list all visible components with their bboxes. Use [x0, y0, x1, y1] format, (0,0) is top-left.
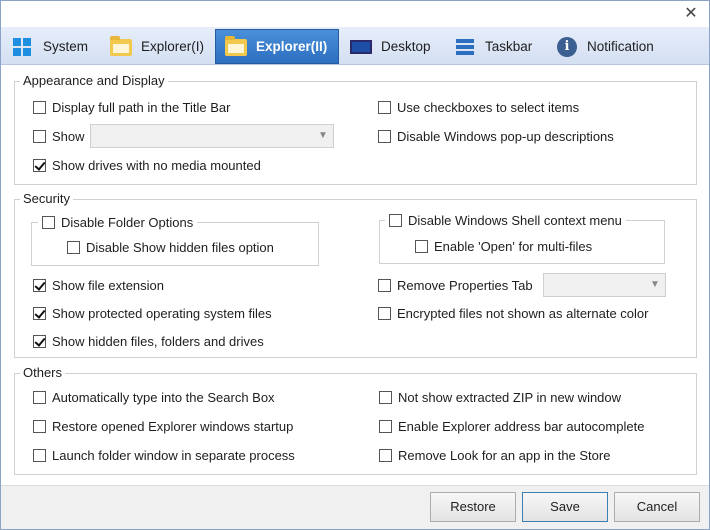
tab-explorer-2-label: Explorer(II) [256, 39, 328, 54]
restore-windows-checkbox[interactable] [33, 419, 46, 433]
disable-shell-menu-label: Disable Windows Shell context menu [408, 212, 622, 228]
close-button[interactable]: ✕ [681, 4, 701, 24]
remove-store-lookup-option[interactable]: Remove Look for an app in the Store [379, 446, 610, 464]
separate-process-checkbox[interactable] [33, 448, 46, 462]
use-checkboxes-label: Use checkboxes to select items [397, 99, 580, 115]
folder-icon [224, 35, 248, 58]
show-checkbox[interactable] [33, 129, 46, 143]
display-full-path-option[interactable]: Display full path in the Title Bar [33, 98, 230, 116]
disable-shell-menu-option[interactable]: Disable Windows Shell context menu [385, 211, 626, 229]
disable-popup-checkbox[interactable] [378, 129, 391, 143]
no-zip-window-option[interactable]: Not show extracted ZIP in new window [379, 388, 621, 406]
restore-windows-label: Restore opened Explorer windows startup [52, 418, 294, 434]
tab-explorer-2[interactable]: Explorer(II) [215, 29, 339, 64]
desktop-icon [349, 36, 373, 58]
use-checkboxes-option[interactable]: Use checkboxes to select items [378, 98, 579, 116]
disable-show-hidden-option[interactable]: Disable Show hidden files option [67, 238, 274, 256]
tab-taskbar[interactable]: Taskbar [445, 29, 545, 64]
address-autocomplete-checkbox[interactable] [379, 419, 392, 433]
tab-desktop[interactable]: Desktop [341, 29, 441, 64]
disable-shell-menu-checkbox[interactable] [389, 213, 402, 227]
show-label: Show [52, 128, 85, 144]
restore-button[interactable]: Restore [430, 492, 516, 522]
disable-folder-options-option[interactable]: Disable Folder Options [38, 213, 198, 231]
disable-folder-options-label: Disable Folder Options [61, 214, 194, 230]
auto-type-checkbox[interactable] [33, 390, 46, 404]
remove-store-lookup-checkbox[interactable] [379, 448, 392, 462]
disable-popup-label: Disable Windows pop-up descriptions [397, 128, 614, 144]
tab-explorer-1-label: Explorer(I) [141, 39, 205, 54]
separate-process-option[interactable]: Launch folder window in separate process [33, 446, 295, 464]
show-option[interactable]: Show [33, 127, 85, 145]
enable-open-multi-checkbox[interactable] [415, 239, 428, 253]
tab-desktop-label: Desktop [381, 39, 431, 54]
disable-popup-option[interactable]: Disable Windows pop-up descriptions [378, 127, 614, 145]
encrypted-color-label: Encrypted files not shown as alternate c… [397, 305, 649, 321]
remove-properties-option[interactable]: Remove Properties Tab [378, 276, 533, 294]
disable-folder-options-checkbox[interactable] [42, 215, 55, 229]
others-group-title: Others [20, 365, 66, 380]
security-group-title: Security [20, 191, 73, 206]
address-autocomplete-option[interactable]: Enable Explorer address bar autocomplete [379, 417, 644, 435]
show-hidden-label: Show hidden files, folders and drives [52, 333, 264, 349]
encrypted-color-option[interactable]: Encrypted files not shown as alternate c… [378, 304, 648, 322]
tab-system[interactable]: System [3, 29, 99, 64]
chevron-down-icon: ▼ [650, 279, 660, 290]
enable-open-multi-option[interactable]: Enable 'Open' for multi-files [415, 237, 592, 255]
show-hidden-option[interactable]: Show hidden files, folders and drives [33, 332, 264, 350]
windows-logo-icon [11, 36, 35, 58]
tab-system-label: System [43, 39, 89, 54]
disable-show-hidden-checkbox[interactable] [67, 240, 80, 254]
show-protected-checkbox[interactable] [33, 306, 46, 320]
tab-taskbar-label: Taskbar [485, 39, 533, 54]
show-drives-label: Show drives with no media mounted [52, 157, 261, 173]
no-zip-window-checkbox[interactable] [379, 390, 392, 404]
show-combobox[interactable]: ▼ [90, 124, 334, 148]
tweak-window: ✕ System Explorer(I) Explorer(II) Deskto… [0, 0, 710, 530]
show-hidden-checkbox[interactable] [33, 334, 46, 348]
tab-bar: System Explorer(I) Explorer(II) Desktop … [1, 27, 709, 65]
address-autocomplete-label: Enable Explorer address bar autocomplete [398, 418, 645, 434]
disable-show-hidden-label: Disable Show hidden files option [86, 239, 274, 255]
display-full-path-label: Display full path in the Title Bar [52, 99, 231, 115]
encrypted-color-checkbox[interactable] [378, 306, 391, 320]
auto-type-option[interactable]: Automatically type into the Search Box [33, 388, 275, 406]
show-protected-label: Show protected operating system files [52, 305, 272, 321]
remove-properties-checkbox[interactable] [378, 278, 391, 292]
show-drives-option[interactable]: Show drives with no media mounted [33, 156, 261, 174]
display-full-path-checkbox[interactable] [33, 100, 46, 114]
show-file-extension-label: Show file extension [52, 277, 165, 293]
enable-open-multi-label: Enable 'Open' for multi-files [434, 238, 593, 254]
button-bar: Restore Save Cancel [1, 485, 709, 529]
remove-properties-label: Remove Properties Tab [397, 277, 533, 293]
show-file-extension-option[interactable]: Show file extension [33, 276, 164, 294]
remove-store-lookup-label: Remove Look for an app in the Store [398, 447, 611, 463]
save-button[interactable]: Save [522, 492, 608, 522]
tab-notification-label: Notification [587, 39, 654, 54]
use-checkboxes-checkbox[interactable] [378, 100, 391, 114]
chevron-down-icon: ▼ [318, 130, 328, 141]
info-icon: i [555, 36, 579, 58]
taskbar-icon [453, 36, 477, 58]
folder-icon [109, 35, 133, 58]
remove-properties-combobox[interactable]: ▼ [543, 273, 666, 297]
show-file-extension-checkbox[interactable] [33, 278, 46, 292]
title-bar: ✕ [1, 1, 709, 27]
tab-notification[interactable]: i Notification [547, 29, 671, 64]
separate-process-label: Launch folder window in separate process [52, 447, 295, 463]
appearance-group-title: Appearance and Display [20, 73, 168, 88]
show-protected-option[interactable]: Show protected operating system files [33, 304, 272, 322]
cancel-button[interactable]: Cancel [614, 492, 700, 522]
auto-type-label: Automatically type into the Search Box [52, 389, 275, 405]
show-drives-checkbox[interactable] [33, 158, 46, 172]
no-zip-window-label: Not show extracted ZIP in new window [398, 389, 622, 405]
tab-explorer-1[interactable]: Explorer(I) [101, 29, 213, 64]
restore-windows-option[interactable]: Restore opened Explorer windows startup [33, 417, 293, 435]
